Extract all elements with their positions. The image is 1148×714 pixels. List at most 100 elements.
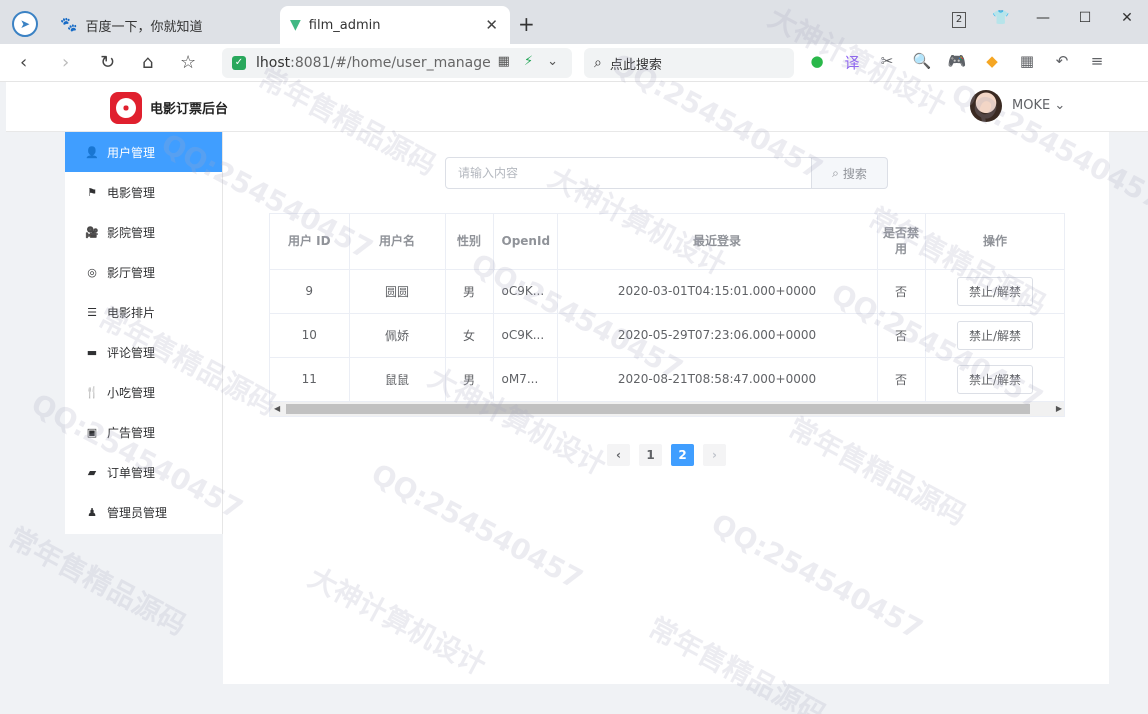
game-icon[interactable]: 🎮 — [946, 52, 968, 73]
sidebar-item-label: 订单管理 — [107, 465, 156, 480]
page-2-button[interactable]: 2 — [671, 444, 694, 466]
film-reel-logo-icon — [110, 92, 142, 124]
apps-grid-icon[interactable]: ▦ — [1016, 52, 1038, 73]
cell-last_login: 2020-08-21T08:58:47.000+0000 — [557, 357, 878, 402]
sidebar-item-label: 影厅管理 — [107, 265, 156, 280]
translate-icon[interactable]: 译 — [841, 52, 863, 73]
sidebar-item[interactable]: ♟ 管理员管理 — [65, 492, 222, 532]
scroll-right-icon[interactable]: ▶ — [1056, 402, 1062, 416]
circle-icon: ◎ — [87, 265, 97, 279]
column-header-id: 用户 ID — [270, 214, 350, 270]
minimize-icon[interactable]: — — [1022, 10, 1064, 28]
address-bar[interactable]: ✓ lhost:8081/#/home/user_manage ▦ ⚡ ⌄ — [222, 48, 572, 78]
sidebar-item[interactable]: ☰ 电影排片 — [65, 292, 222, 332]
ban-toggle-button[interactable]: 禁止/解禁 — [956, 276, 1034, 306]
sidebar-item[interactable]: 🍴 小吃管理 — [65, 372, 222, 412]
sidebar-item[interactable]: ⚑ 电影管理 — [65, 172, 222, 212]
chevron-down-icon: ⌄ — [1054, 98, 1066, 113]
browser-tab-film-admin[interactable]: ▼ film_admin ✕ — [280, 6, 510, 44]
cell-id: 10 — [270, 313, 350, 358]
table-row: 10 佩娇女 oC9K... 2020-05-29T07:23:06.000+0000… — [270, 313, 1064, 358]
forward-icon[interactable]: › — [62, 52, 69, 73]
scrollbar-thumb[interactable] — [286, 404, 1030, 414]
ban-toggle-button[interactable]: 禁止/解禁 — [956, 320, 1034, 350]
sidebar-item[interactable]: ▣ 广告管理 — [65, 412, 222, 452]
sidebar-item[interactable]: 🎥 影院管理 — [65, 212, 222, 252]
prev-page-button[interactable]: ‹ — [607, 444, 630, 466]
menu-icon[interactable]: ≡ — [1086, 52, 1108, 73]
cell-id: 11 — [270, 357, 350, 402]
cell-gender: 女 — [445, 313, 494, 358]
navigation-icon[interactable]: ➤ — [12, 11, 38, 37]
search-input[interactable] — [445, 157, 812, 189]
sidebar-item-label: 管理员管理 — [107, 505, 168, 520]
sidebar-item[interactable]: 👤 用户管理 — [65, 132, 222, 172]
scissors-icon[interactable]: ✂ — [876, 52, 898, 73]
user-icon: 👤 — [85, 145, 99, 159]
magnifier-icon[interactable]: 🔍 — [911, 52, 933, 73]
watermark: 常年售精品源码 — [3, 520, 192, 642]
cell-gender: 男 — [445, 269, 494, 314]
browser-toolbar: ‹ › ↻ ⌂ ☆ ✓ lhost:8081/#/home/user_manag… — [0, 44, 1148, 82]
search-placeholder: 点此搜索 — [609, 57, 662, 73]
tab-count-badge[interactable]: 2 — [938, 10, 980, 28]
table-row: 11 鼠鼠男 oM7... 2020-08-21T08:58:47.000+0000 否… — [270, 357, 1064, 402]
user-menu[interactable]: MOKE ⌄ — [1012, 98, 1065, 113]
cell-banned: 否 — [877, 357, 926, 402]
search-icon: ⌕ — [832, 165, 839, 180]
bookmark-star-icon[interactable]: ☆ — [180, 52, 196, 73]
list-icon: ☰ — [87, 305, 97, 319]
avatar[interactable] — [970, 90, 1002, 122]
ban-toggle-button[interactable]: 禁止/解禁 — [956, 364, 1034, 394]
ticket-icon: ▰ — [87, 465, 97, 479]
extension-icons: ● 译 ✂ 🔍 🎮 ◆ ▦ ↶ ≡ — [806, 52, 1108, 73]
back-icon[interactable]: ‹ — [20, 52, 27, 73]
sidebar-item-label: 影院管理 — [107, 225, 156, 240]
page-1-button[interactable]: 1 — [639, 444, 662, 466]
cell-openid: oC9K... — [493, 313, 558, 358]
comment-icon: ▬ — [86, 345, 98, 359]
sidebar-item-label: 电影管理 — [107, 185, 156, 200]
scroll-left-icon[interactable]: ◀ — [274, 402, 280, 416]
cell-banned: 否 — [877, 313, 926, 358]
sidebar-item[interactable]: ◎ 影厅管理 — [65, 252, 222, 292]
cell-openid: oM7... — [493, 357, 558, 402]
new-tab-icon[interactable]: + — [518, 12, 535, 36]
home-icon[interactable]: ⌂ — [142, 52, 153, 73]
cell-action: 禁止/解禁 — [925, 269, 1064, 314]
browser-search-box[interactable]: ⌕ 点此搜索 — [584, 48, 794, 78]
sidebar-item[interactable]: ▰ 订单管理 — [65, 452, 222, 492]
picture-icon: ▣ — [86, 425, 98, 439]
search-button[interactable]: ⌕ 搜索 — [812, 157, 888, 189]
sidebar: 👤 用户管理 ⚑ 电影管理 🎥 影院管理 ◎ 影厅管理 ☰ 电影排片 ▬ 评论管理 🍴 小吃管理 ▣ 广告管理… — [65, 132, 223, 534]
browser-tab-baidu[interactable]: 🐾 百度一下，你就知道 — [50, 6, 276, 44]
cell-action: 禁止/解禁 — [925, 313, 1064, 358]
lightning-icon[interactable]: ⚡ — [524, 54, 533, 69]
table-header-row: 用户 ID 用户名 性别 OpenId 最近登录 是否禁用 操作 — [270, 214, 1064, 270]
reload-icon[interactable]: ↻ — [100, 52, 115, 73]
close-window-icon[interactable]: ✕ — [1106, 10, 1148, 28]
cell-name: 佩娇 — [349, 313, 446, 358]
admin-icon: ♟ — [87, 505, 97, 519]
chevron-down-icon[interactable]: ⌄ — [547, 54, 558, 69]
search-icon: ⌕ — [594, 55, 602, 71]
sidebar-item-label: 评论管理 — [107, 345, 156, 360]
cell-name: 鼠鼠 — [349, 357, 446, 402]
fork-icon: 🍴 — [85, 385, 99, 399]
coupon-icon[interactable]: ◆ — [981, 52, 1003, 73]
app-header: 电影订票后台 MOKE ⌄ — [6, 82, 1148, 132]
horizontal-scrollbar[interactable]: ◀ ▶ — [270, 402, 1064, 416]
sidebar-item[interactable]: ▬ 评论管理 — [65, 332, 222, 372]
qr-code-icon[interactable]: ▦ — [498, 54, 510, 69]
close-tab-icon[interactable]: ✕ — [485, 16, 498, 34]
cell-last_login: 2020-05-29T07:23:06.000+0000 — [557, 313, 878, 358]
undo-icon[interactable]: ↶ — [1051, 52, 1073, 73]
maximize-icon[interactable]: ☐ — [1064, 10, 1106, 28]
chat-extension-icon[interactable]: ● — [806, 52, 828, 73]
next-page-button[interactable]: › — [703, 444, 726, 466]
sidebar-item-label: 电影排片 — [107, 305, 156, 320]
cell-name: 圆圆 — [349, 269, 446, 314]
sidebar-item-label: 小吃管理 — [107, 385, 156, 400]
shirt-icon[interactable]: 👕 — [980, 10, 1022, 28]
user-table: 用户 ID 用户名 性别 OpenId 最近登录 是否禁用 操作 9 圆圆男 oC9… — [269, 213, 1065, 417]
